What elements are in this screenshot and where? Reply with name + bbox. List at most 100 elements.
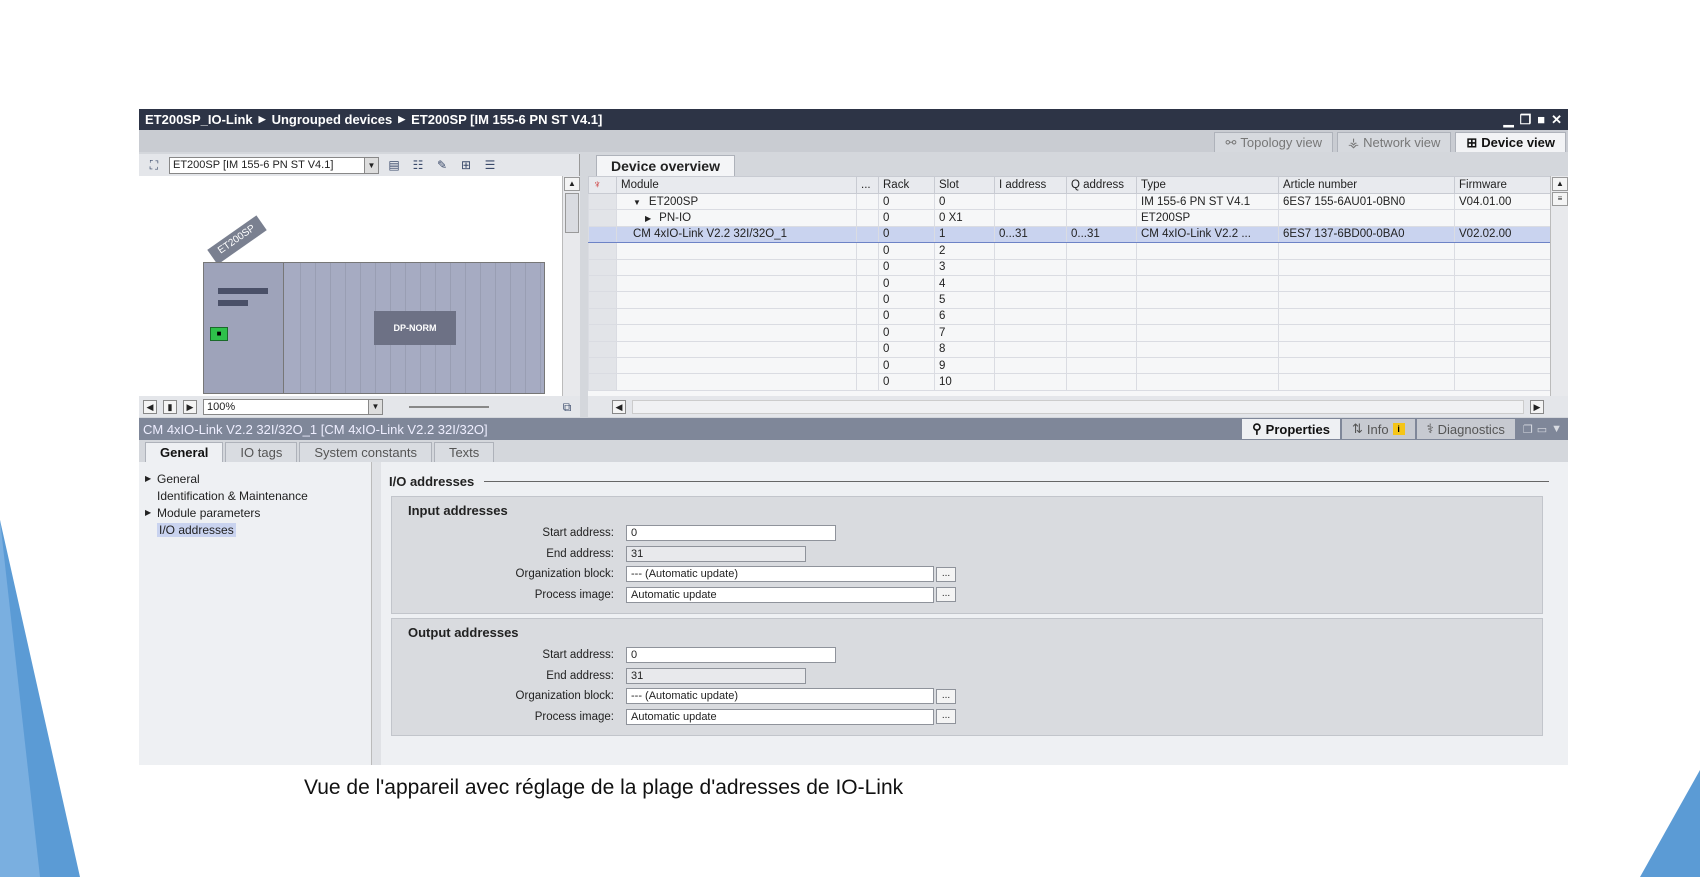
article-number-cell[interactable]: 6ES7 137-6BD00-0BA0	[1278, 225, 1455, 244]
zoom-slider[interactable]	[409, 405, 489, 408]
i-address-cell[interactable]	[994, 242, 1067, 260]
slot-cell[interactable]: 6	[934, 307, 995, 326]
q-address-cell[interactable]	[1066, 324, 1137, 342]
rack-cell[interactable]: 0	[878, 340, 935, 358]
module-cell[interactable]	[616, 258, 857, 276]
firmware-cell[interactable]	[1454, 356, 1550, 375]
column-header-type[interactable]: Type	[1136, 176, 1279, 194]
close-icon[interactable]: ✕	[1551, 112, 1562, 128]
browse-button[interactable]: ...	[936, 566, 956, 582]
module-cell[interactable]	[616, 340, 857, 358]
browse-button[interactable]: ...	[936, 688, 956, 704]
i-address-cell[interactable]	[994, 356, 1067, 375]
type-cell[interactable]	[1136, 307, 1279, 326]
table-row[interactable]: ▶ PN-IO 0 0 X1 ET200SP	[588, 209, 1550, 227]
firmware-cell[interactable]	[1454, 209, 1550, 227]
i-address-cell[interactable]	[994, 274, 1067, 293]
slot-cell[interactable]: 9	[934, 356, 995, 375]
type-cell[interactable]	[1136, 242, 1279, 260]
q-address-cell[interactable]	[1066, 274, 1137, 293]
q-address-cell[interactable]	[1066, 242, 1137, 260]
tab-system-constants[interactable]: System constants	[299, 442, 432, 462]
type-cell[interactable]	[1136, 291, 1279, 309]
grid-icon[interactable]: ⊞	[457, 157, 475, 173]
slot-cell[interactable]: 0 X1	[934, 209, 995, 227]
type-cell[interactable]	[1136, 340, 1279, 358]
tab-topology-view[interactable]: ⚯ Topology view	[1214, 132, 1334, 152]
type-cell[interactable]: ET200SP	[1136, 209, 1279, 227]
i-address-cell[interactable]	[994, 209, 1067, 227]
input-process-image-field[interactable]: Automatic update	[626, 586, 934, 603]
firmware-cell[interactable]	[1454, 373, 1550, 391]
type-cell[interactable]: CM 4xIO-Link V2.2 ...	[1136, 225, 1279, 244]
maximize-icon[interactable]: ■	[1537, 112, 1545, 128]
type-cell[interactable]	[1136, 356, 1279, 375]
table-row[interactable]: CM 4xIO-Link V2.2 32I/32O_1 0 1 0...31 0...3…	[588, 225, 1550, 244]
article-number-cell[interactable]	[1278, 258, 1455, 276]
scroll-thumb[interactable]	[565, 193, 579, 233]
zoom-select[interactable]: 100% ▼	[203, 398, 383, 415]
tab-general[interactable]: General	[145, 442, 224, 462]
module-cell[interactable]: ▶ PN-IO	[616, 209, 857, 227]
q-address-cell[interactable]	[1066, 258, 1137, 276]
table-row[interactable]: 04	[588, 274, 1550, 293]
expand-icon[interactable]: ▶	[145, 508, 153, 517]
i-address-cell[interactable]	[994, 307, 1067, 326]
tab-network-view[interactable]: ⚶ Network view	[1337, 132, 1452, 152]
module-cell[interactable]	[616, 373, 857, 391]
type-cell[interactable]	[1136, 373, 1279, 391]
table-row[interactable]: 08	[588, 340, 1550, 358]
minimize-icon[interactable]: ▁	[1504, 112, 1514, 128]
table-row[interactable]: 09	[588, 356, 1550, 375]
table-row[interactable]: 07	[588, 324, 1550, 342]
rack-cell[interactable]: 0	[878, 242, 935, 260]
expand-icon[interactable]: ▶	[645, 214, 651, 223]
output-organization-block-field[interactable]: --- (Automatic update)	[626, 688, 934, 705]
edit-icon[interactable]: ✎	[433, 157, 451, 173]
restore-icon[interactable]: ❐	[1520, 112, 1532, 128]
breadcrumb-project[interactable]: ET200SP_IO-Link	[145, 112, 253, 127]
i-address-cell[interactable]	[994, 258, 1067, 276]
article-number-cell[interactable]	[1278, 274, 1455, 293]
rack-icon[interactable]: ▤	[385, 157, 403, 173]
module-cell[interactable]	[616, 356, 857, 375]
rack-cell[interactable]: 0	[878, 192, 935, 211]
slot-cell[interactable]: 4	[934, 274, 995, 293]
rack-cell[interactable]: 0	[878, 209, 935, 227]
rack-cell[interactable]: 0	[878, 307, 935, 326]
rack-cell[interactable]: 0	[878, 324, 935, 342]
dp-norm-module[interactable]: DP-NORM	[374, 311, 456, 345]
input-start-address-field[interactable]: 0	[626, 525, 836, 542]
i-address-cell[interactable]	[994, 373, 1067, 391]
module-cell[interactable]	[616, 291, 857, 309]
article-number-cell[interactable]	[1278, 307, 1455, 326]
q-address-cell[interactable]	[1066, 356, 1137, 375]
breadcrumb-group[interactable]: Ungrouped devices	[272, 112, 393, 127]
q-address-cell[interactable]	[1066, 209, 1137, 227]
scroll-right-icon[interactable]: ▶	[183, 399, 197, 414]
list-icon[interactable]: ☰	[481, 157, 499, 173]
input-organization-block-field[interactable]: --- (Automatic update)	[626, 566, 934, 583]
overview-horizontal-scrollbar[interactable]: ◀ ▶	[608, 396, 1548, 417]
article-number-cell[interactable]	[1278, 340, 1455, 358]
tab-device-view[interactable]: ⊞ Device view	[1455, 132, 1566, 152]
article-number-cell[interactable]	[1278, 209, 1455, 227]
q-address-cell[interactable]	[1066, 373, 1137, 391]
table-row[interactable]: 06	[588, 307, 1550, 326]
properties-icon[interactable]: ☷	[409, 157, 427, 173]
chevron-down-icon[interactable]: ▼	[368, 399, 382, 414]
station-rack[interactable]: ■ DP-NORM	[203, 262, 545, 394]
firmware-cell[interactable]	[1454, 242, 1550, 260]
table-row[interactable]: 0 10	[588, 373, 1550, 391]
interface-module[interactable]: ■	[204, 263, 284, 393]
article-number-cell[interactable]	[1278, 373, 1455, 391]
overview-navigation-icon[interactable]: ⧉	[558, 399, 576, 415]
overview-vertical-scrollbar[interactable]: ▲ ≡	[1550, 176, 1568, 396]
scroll-thumb[interactable]: ≡	[1552, 192, 1568, 206]
i-address-cell[interactable]	[994, 291, 1067, 309]
firmware-cell[interactable]	[1454, 324, 1550, 342]
scroll-right-icon[interactable]: ▶	[1530, 399, 1544, 414]
scroll-up-icon[interactable]: ▲	[564, 177, 580, 191]
type-cell[interactable]	[1136, 324, 1279, 342]
i-address-cell[interactable]	[994, 324, 1067, 342]
